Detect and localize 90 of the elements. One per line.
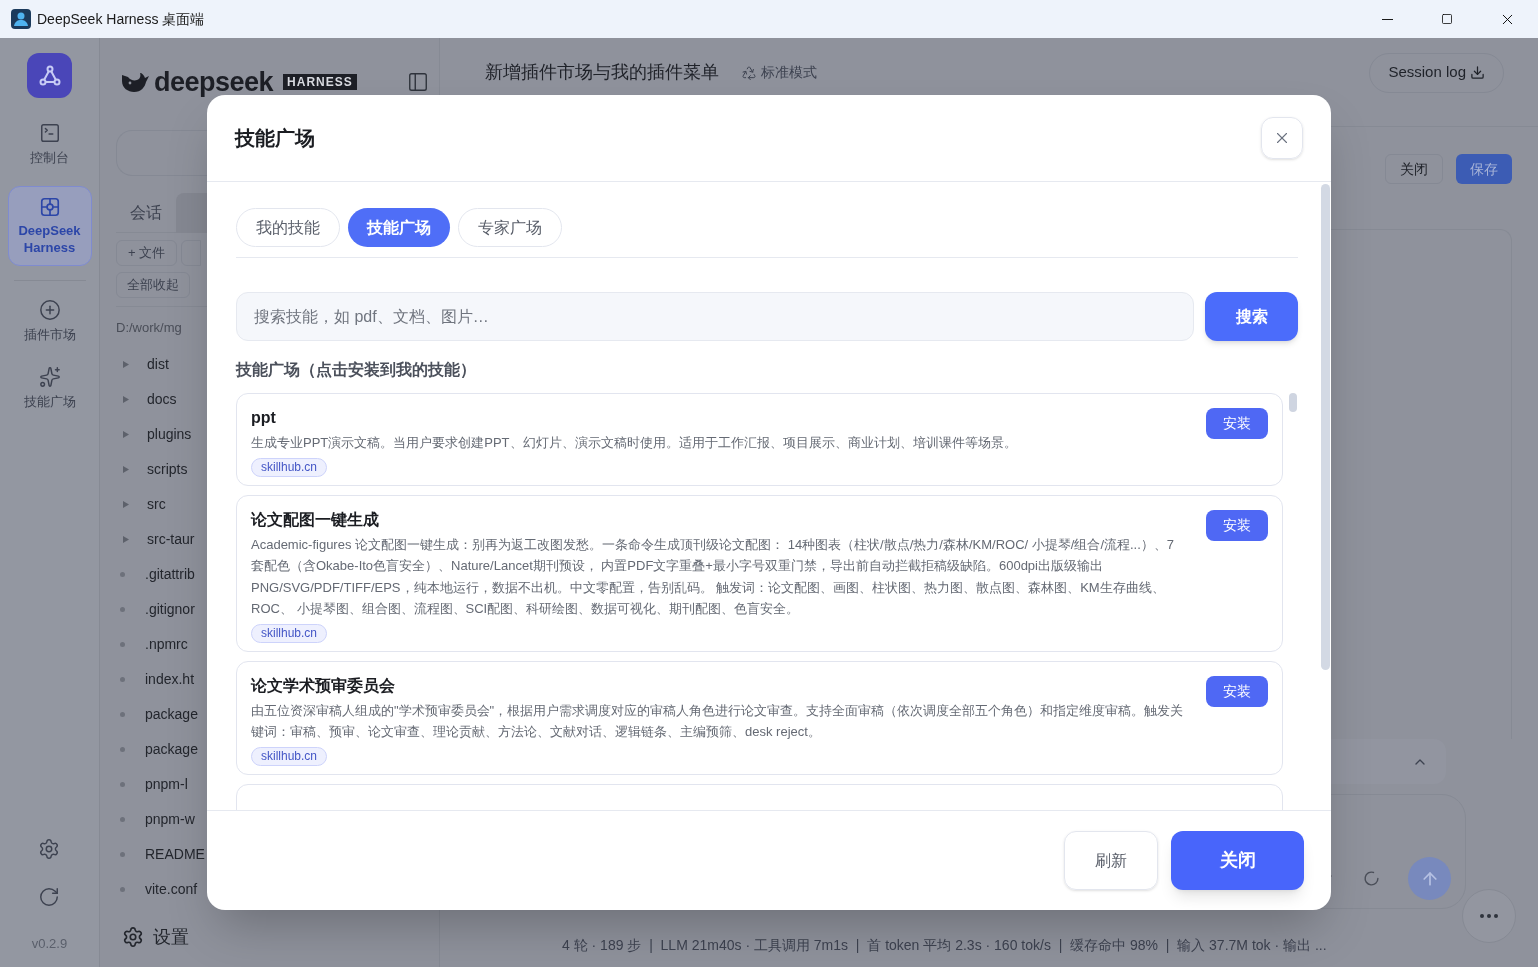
panel-tab[interactable]: 会话 bbox=[116, 193, 176, 233]
dot-icon bbox=[120, 851, 125, 857]
source-tag: skillhub.cn bbox=[251, 623, 328, 643]
more-icon bbox=[1480, 914, 1498, 918]
close-editor-button[interactable]: 关闭 bbox=[1385, 154, 1443, 184]
caret-icon bbox=[123, 535, 129, 543]
nav-item[interactable]: 控制台 bbox=[7, 118, 92, 172]
dialog-title: 技能广场 bbox=[235, 126, 315, 151]
app-icon bbox=[11, 9, 31, 29]
mode-label: 标准模式 bbox=[761, 63, 817, 82]
app-logo[interactable] bbox=[27, 53, 72, 98]
dot-icon bbox=[120, 641, 125, 647]
download-icon bbox=[1470, 65, 1485, 80]
cycle-icon bbox=[741, 64, 757, 81]
minimize-icon bbox=[1382, 18, 1393, 20]
spinner-icon bbox=[1363, 870, 1380, 887]
install-button[interactable]: 安装 bbox=[1206, 509, 1268, 541]
nav-item[interactable]: 技能广场 bbox=[7, 362, 92, 416]
dot-icon bbox=[120, 746, 125, 752]
file-tree-item[interactable]: README bbox=[116, 836, 207, 872]
file-tree-item[interactable]: pnpm-w bbox=[116, 801, 207, 837]
status-bar-text: 4 轮 · 189 步 | LLM 21m40s · 工具调用 7m1s | 首 token 平均 2.3s · 160 tok/s | 缓存命中 98% | 输入 37.7M tok · 输出 ... bbox=[562, 935, 1327, 955]
gear-icon bbox=[122, 926, 144, 948]
grid-icon bbox=[38, 195, 61, 218]
file-tree-item[interactable]: dist bbox=[116, 346, 207, 382]
sparkle-icon bbox=[38, 366, 61, 388]
caret-icon bbox=[123, 465, 129, 473]
close-dialog-button[interactable]: 关闭 bbox=[1171, 831, 1304, 890]
source-tag: skillhub.cn bbox=[251, 746, 328, 766]
dot-icon bbox=[120, 676, 125, 682]
skill-description: 生成专业PPT演示文稿。当用户要求创建PPT、幻灯片、演示文稿时使用。适用于工作汇报、项目展示、商业计划、培训课件等场景。 bbox=[251, 434, 1018, 452]
settings-link[interactable]: 设置 bbox=[153, 923, 189, 951]
maximize-icon bbox=[1440, 13, 1453, 25]
file-tree-item[interactable]: .npmrc bbox=[116, 626, 207, 662]
nav-item[interactable]: DeepSeek Harness bbox=[7, 185, 92, 266]
folder-path: D:/work/mg bbox=[116, 319, 183, 337]
refresh-button[interactable]: 刷新 bbox=[1064, 831, 1158, 890]
file-tree-item[interactable]: package bbox=[116, 696, 207, 732]
skill-name: 论文配图一键生成 bbox=[251, 509, 380, 530]
dot-icon bbox=[120, 886, 125, 892]
file-tree-item[interactable]: package bbox=[116, 731, 207, 767]
terminal-icon bbox=[38, 122, 61, 144]
file-tree-item[interactable]: plugins bbox=[116, 416, 207, 452]
section-title: 技能广场（点击安装到我的技能） bbox=[236, 360, 477, 380]
version-label: v0.2.9 bbox=[31, 934, 68, 953]
dot-icon bbox=[120, 571, 125, 577]
logo-wordmark: deepseek bbox=[154, 65, 274, 99]
skill-search-field[interactable]: 搜索技能，如 pdf、文档、图片… bbox=[236, 292, 1194, 341]
skill-name: 论文学术预审委员会 bbox=[251, 675, 396, 696]
network-icon bbox=[37, 63, 62, 88]
skill-description: Academic-figures 论文配图一键生成：别再为返工改图发愁。一条命令生成顶刊级论文配图： 14种图表（柱状/散点/热力/森林/KM/ROC/ 小提琴/组合/流程...）、7套配色（含Okabe-Ito色盲安全）、Nature/Lancet期刊预设， 内置PDF文字重叠+最小字号双重门禁，导出前自动拦截拒稿级缺陷。600dpi出版级输出 PNG/SVG/PDF/TIFF/EPS，纯本地运行，数据不出机。中文零配置，告别乱码。 触发词：论文配图、画图、柱状图、热力图、散点图、森林图、KM生存曲线、ROC、 小提琴图、组合图、流程图、SCI配图、科研绘图、数据可视化、期刊配图、色盲安全。 bbox=[251, 535, 1176, 618]
window-title: DeepSeek Harness 桌面端 bbox=[37, 9, 205, 29]
whale-logo-icon bbox=[120, 71, 150, 93]
file-tree-item[interactable]: src bbox=[116, 486, 207, 522]
file-tree-item[interactable]: docs bbox=[116, 381, 207, 417]
send-button[interactable] bbox=[1408, 857, 1451, 900]
add-file-button[interactable]: + 文件 bbox=[116, 240, 178, 266]
dialog-tab[interactable]: 技能广场 bbox=[348, 208, 450, 247]
logo-badge: HARNESS bbox=[283, 74, 357, 90]
caret-icon bbox=[123, 395, 129, 403]
list-scrollbar bbox=[1289, 393, 1297, 412]
skill-description: 由五位资深审稿人组成的"学术预审委员会"，根据用户需求调度对应的审稿人角色进行论文审查。支持全面审稿（依次调度全部五个角色）和指定维度审稿。触发关键词：审稿、预审、论文审查、理论贡献、方法论、文献对话、逻辑链条、主编预筛、desk reject。 bbox=[251, 701, 1185, 741]
nav-item[interactable]: 插件市场 bbox=[7, 294, 92, 348]
source-tag: skillhub.cn bbox=[251, 457, 328, 477]
collapse-all-button[interactable]: 全部收起 bbox=[116, 272, 190, 298]
settings-button[interactable] bbox=[38, 837, 61, 860]
dot-icon bbox=[120, 816, 125, 822]
file-tree-item[interactable]: .gitignor bbox=[116, 591, 207, 627]
sidebar-toggle-icon[interactable] bbox=[407, 71, 429, 93]
dot-icon bbox=[120, 711, 125, 717]
caret-icon bbox=[123, 430, 129, 438]
caret-icon bbox=[123, 500, 129, 508]
install-button[interactable]: 安装 bbox=[1206, 408, 1268, 439]
file-tree-item[interactable]: pnpm-l bbox=[116, 766, 207, 802]
file-tree-item[interactable]: vite.conf bbox=[116, 871, 207, 907]
install-button[interactable]: 安装 bbox=[1206, 675, 1268, 707]
search-button[interactable]: 搜索 bbox=[1205, 292, 1298, 341]
close-button[interactable] bbox=[1261, 117, 1303, 159]
dot-icon bbox=[120, 781, 125, 787]
dot-icon bbox=[120, 606, 125, 612]
file-tree-item[interactable]: index.ht bbox=[116, 661, 207, 697]
skill-name: ppt bbox=[251, 408, 277, 428]
plus-circle-icon bbox=[38, 298, 61, 321]
save-button[interactable]: 保存 bbox=[1456, 154, 1512, 184]
conversation-title: 新增插件市场与我的插件菜单 bbox=[485, 61, 719, 84]
caret-icon bbox=[123, 360, 129, 368]
file-tree-item[interactable]: src-taur bbox=[116, 521, 207, 557]
refresh-button[interactable] bbox=[38, 885, 61, 908]
file-tree-item[interactable]: .gitattrib bbox=[116, 556, 207, 592]
file-tree-item[interactable]: scripts bbox=[116, 451, 207, 487]
